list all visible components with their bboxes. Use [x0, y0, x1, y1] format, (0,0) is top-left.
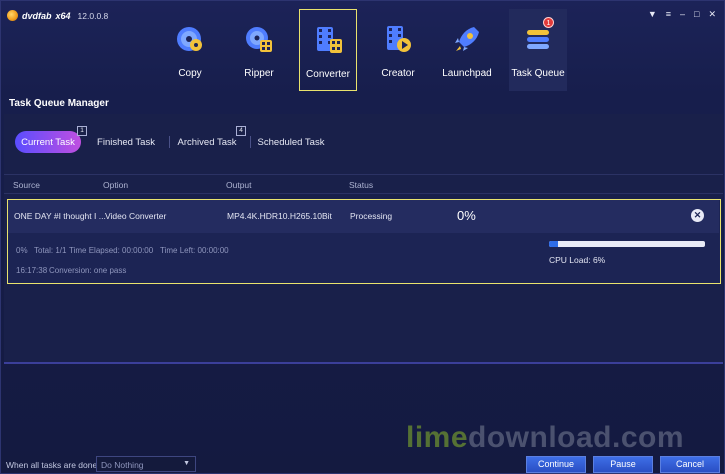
minimize-icon[interactable]: –	[680, 9, 685, 19]
app-window: dvdfab x64 12.0.0.8 ▼ ≡ – □ ✕ Copy Rippe…	[0, 0, 725, 474]
task-option: Video Converter	[105, 211, 167, 221]
cancel-button[interactable]: Cancel	[660, 456, 720, 473]
ripper-disc-icon	[246, 27, 272, 52]
menu-icon[interactable]: ≡	[666, 9, 671, 19]
tab-divider	[250, 136, 251, 148]
task-output: MP4.4K.HDR10.H265.10Bit	[227, 211, 332, 221]
task-percent: 0%	[457, 208, 476, 223]
app-version: 12.0.0.8	[77, 10, 109, 21]
brand: dvdfab x64 12.0.0.8	[7, 10, 108, 21]
creator-film-icon	[387, 26, 411, 52]
detail-timestamp: 16:17:38	[16, 266, 48, 275]
brand-name: dvdfab	[22, 10, 52, 21]
cpu-progress-fill	[549, 241, 559, 247]
task-queue-panel: Current Task 1 Finished Task Archived Ta…	[4, 114, 723, 364]
tab-label: Current Task	[21, 136, 75, 148]
rocket-icon	[455, 27, 479, 51]
pause-button[interactable]: Pause	[593, 456, 653, 473]
task-source: ONE DAY #I thought I ...	[14, 211, 106, 221]
column-header: Source Option Output Status	[4, 174, 723, 194]
tab-label: Archived Task	[177, 136, 237, 148]
tab-finished-task[interactable]: Finished Task	[91, 131, 161, 153]
when-done-value: Do Nothing	[101, 460, 144, 470]
dropdown-icon[interactable]: ▼	[648, 9, 657, 19]
when-done-label: When all tasks are done:	[6, 460, 100, 470]
module-label: Creator	[381, 68, 415, 79]
watermark-domain: download.com	[468, 421, 685, 454]
module-label: Copy	[178, 68, 202, 79]
brand-arch: x64	[55, 10, 71, 21]
column-status: Status	[349, 180, 374, 190]
module-label: Converter	[306, 69, 350, 80]
module-launchpad[interactable]: Launchpad	[438, 9, 496, 91]
module-label: Ripper	[244, 68, 274, 79]
module-label: Launchpad	[442, 68, 492, 79]
task-status: Processing	[350, 211, 393, 221]
task-summary: ONE DAY #I thought I ... Video Converter…	[8, 200, 719, 233]
detail-conversion: Conversion: one pass	[49, 266, 127, 275]
cpu-load: CPU Load: 6%	[549, 255, 606, 265]
task-tabs: Current Task 1 Finished Task Archived Ta…	[15, 126, 328, 153]
copy-disc-icon	[177, 27, 202, 51]
tab-archived-task[interactable]: Archived Task 4	[174, 126, 246, 153]
tab-divider	[169, 136, 170, 148]
tab-count: 1	[77, 126, 87, 136]
tab-count: 4	[236, 126, 246, 136]
remove-task-button[interactable]: ✕	[691, 209, 704, 222]
detail-total: Total: 1/1	[34, 246, 67, 255]
tab-label: Scheduled Task	[257, 136, 325, 148]
tab-label: Finished Task	[97, 136, 155, 148]
task-row[interactable]: ONE DAY #I thought I ... Video Converter…	[7, 199, 721, 284]
module-creator[interactable]: Creator	[369, 9, 427, 91]
panel-divider	[4, 362, 723, 364]
module-converter[interactable]: Converter	[299, 9, 357, 91]
module-copy[interactable]: Copy	[161, 9, 219, 91]
when-done-select[interactable]: Do Nothing ▼	[96, 456, 196, 472]
module-task-queue[interactable]: 1 Task Queue	[509, 9, 567, 91]
module-ripper[interactable]: Ripper	[230, 9, 288, 91]
cpu-progress-bar	[549, 241, 705, 247]
detail-time-left: Time Left: 00:00:00	[160, 246, 229, 255]
dvdfab-logo-icon	[7, 10, 18, 21]
task-count-badge: 1	[543, 17, 554, 28]
converter-film-icon	[317, 27, 342, 53]
task-queue-icon	[527, 30, 549, 49]
tab-scheduled-task[interactable]: Scheduled Task	[254, 131, 328, 153]
section-title: Task Queue Manager	[9, 98, 109, 109]
column-source: Source	[13, 180, 40, 190]
column-output: Output	[226, 180, 252, 190]
maximize-icon[interactable]: □	[694, 9, 699, 19]
close-window-icon[interactable]: ✕	[708, 9, 716, 19]
watermark-lime: lime	[406, 421, 469, 454]
chevron-down-icon: ▼	[183, 460, 190, 467]
detail-elapsed: Time Elapsed: 00:00:00	[69, 246, 154, 255]
tab-current-task[interactable]: Current Task 1	[15, 126, 87, 153]
watermark: limedownload.com	[406, 421, 684, 455]
module-label: Task Queue	[511, 68, 565, 79]
detail-percent: 0%	[16, 246, 28, 255]
column-option: Option	[103, 180, 129, 190]
window-controls: ▼ ≡ – □ ✕	[648, 9, 716, 19]
continue-later-button[interactable]: Continue Later	[526, 456, 586, 473]
